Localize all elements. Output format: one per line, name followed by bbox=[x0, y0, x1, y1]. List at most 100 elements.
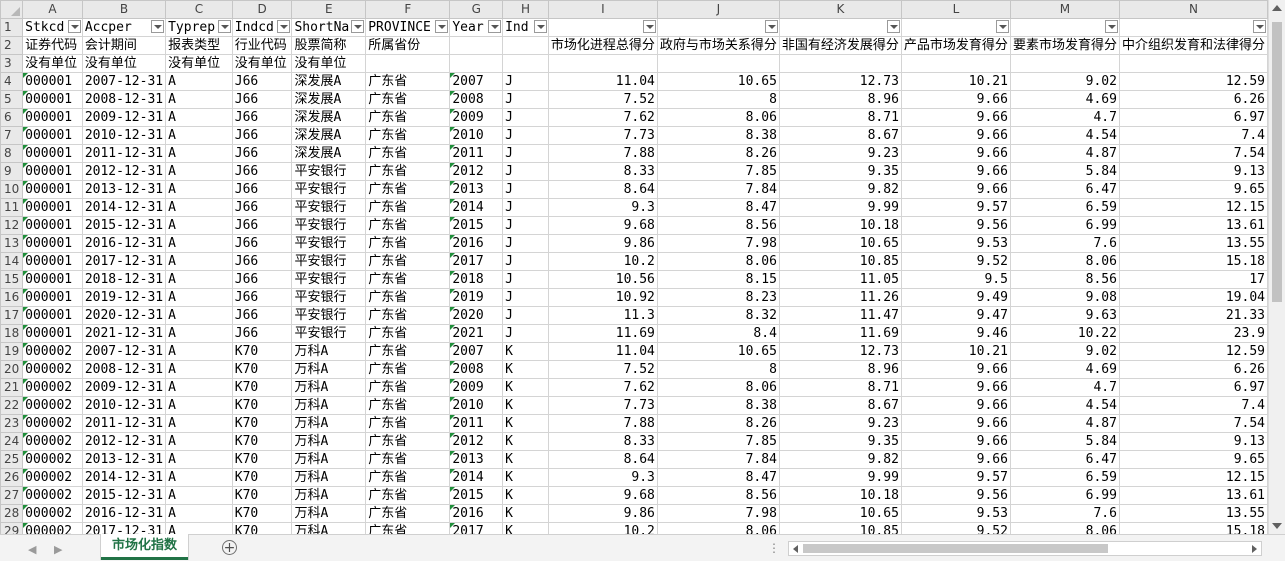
cell[interactable]: 10.2 bbox=[547, 522, 658, 534]
cell[interactable]: A bbox=[165, 144, 233, 163]
cell[interactable]: 2011 bbox=[449, 144, 504, 163]
cell[interactable]: 11.26 bbox=[778, 288, 902, 307]
cell[interactable] bbox=[900, 54, 1011, 73]
cell[interactable]: 6.47 bbox=[1009, 180, 1120, 199]
cell[interactable]: J66 bbox=[231, 162, 293, 181]
cell[interactable]: 9.86 bbox=[547, 504, 658, 523]
cell[interactable]: 深发展A bbox=[291, 90, 367, 109]
cell[interactable]: 9.99 bbox=[778, 198, 902, 217]
row-header[interactable]: 6 bbox=[0, 108, 24, 127]
column-header-b[interactable]: B bbox=[81, 0, 167, 19]
row-header[interactable]: 25 bbox=[0, 450, 24, 469]
vertical-scrollbar[interactable] bbox=[1268, 0, 1285, 534]
cell[interactable]: A bbox=[165, 162, 233, 181]
filter-dropdown-icon[interactable] bbox=[642, 20, 656, 33]
cell[interactable]: 000001 bbox=[22, 306, 83, 325]
cell[interactable]: 12.73 bbox=[778, 342, 902, 361]
cell[interactable]: K bbox=[502, 468, 549, 487]
cell[interactable]: 没有单位 bbox=[231, 54, 293, 73]
cell[interactable]: 4.7 bbox=[1009, 108, 1120, 127]
cell[interactable]: 9.08 bbox=[1009, 288, 1120, 307]
cell[interactable]: 000001 bbox=[22, 198, 83, 217]
filter-dropdown-icon[interactable] bbox=[435, 20, 449, 33]
cell[interactable]: 7.52 bbox=[547, 360, 658, 379]
filter-dropdown-icon[interactable] bbox=[488, 20, 502, 33]
cell[interactable]: 8.23 bbox=[656, 288, 780, 307]
cell[interactable]: 8.56 bbox=[1009, 270, 1120, 289]
cell[interactable]: 17 bbox=[1118, 270, 1268, 289]
column-header-l[interactable]: L bbox=[900, 0, 1011, 19]
cell[interactable]: 6.99 bbox=[1009, 486, 1120, 505]
column-header-i[interactable]: I bbox=[547, 0, 658, 19]
row-header[interactable]: 13 bbox=[0, 234, 24, 253]
cell[interactable]: 9.66 bbox=[900, 108, 1011, 127]
cell[interactable]: 9.65 bbox=[1118, 450, 1268, 469]
cell[interactable]: 000001 bbox=[22, 144, 83, 163]
row-header[interactable]: 7 bbox=[0, 126, 24, 145]
cell[interactable]: A bbox=[165, 288, 233, 307]
cell[interactable]: 9.66 bbox=[900, 414, 1011, 433]
scroll-down-icon[interactable] bbox=[1272, 523, 1282, 529]
cell[interactable]: 11.69 bbox=[778, 324, 902, 343]
cell[interactable]: J bbox=[502, 180, 549, 199]
cell[interactable] bbox=[502, 54, 549, 73]
filter-dropdown-icon[interactable] bbox=[995, 20, 1009, 33]
cell[interactable]: 产品市场发育得分 bbox=[900, 36, 1011, 55]
cell[interactable]: J bbox=[502, 270, 549, 289]
cell[interactable]: 广东省 bbox=[365, 432, 451, 451]
cell[interactable]: 000001 bbox=[22, 234, 83, 253]
cell[interactable]: A bbox=[165, 108, 233, 127]
column-header-f[interactable]: F bbox=[365, 0, 451, 19]
cell[interactable]: 10.65 bbox=[656, 72, 780, 91]
cell[interactable]: 8.26 bbox=[656, 414, 780, 433]
cell[interactable]: J bbox=[502, 324, 549, 343]
cell[interactable]: K bbox=[502, 342, 549, 361]
select-all-icon[interactable] bbox=[11, 7, 21, 16]
header-cell[interactable]: Stkcd bbox=[22, 18, 83, 37]
cell[interactable]: J66 bbox=[231, 306, 293, 325]
cell[interactable]: 8.38 bbox=[656, 126, 780, 145]
cell[interactable]: 000001 bbox=[22, 252, 83, 271]
cell[interactable]: J66 bbox=[231, 180, 293, 199]
cell[interactable]: K70 bbox=[231, 360, 293, 379]
cell[interactable]: 2016-12-31 bbox=[81, 504, 167, 523]
cell[interactable]: J bbox=[502, 144, 549, 163]
cell[interactable]: 6.97 bbox=[1118, 108, 1268, 127]
cell[interactable]: A bbox=[165, 414, 233, 433]
row-header[interactable]: 23 bbox=[0, 414, 24, 433]
row-header[interactable]: 5 bbox=[0, 90, 24, 109]
cell[interactable]: 万科A bbox=[291, 522, 367, 534]
header-cell[interactable]: ShortNa bbox=[291, 18, 367, 37]
cell[interactable] bbox=[449, 36, 504, 55]
cell[interactable]: 10.56 bbox=[547, 270, 658, 289]
cell[interactable]: 9.65 bbox=[1118, 180, 1268, 199]
cell[interactable]: J bbox=[502, 108, 549, 127]
cell[interactable]: 13.61 bbox=[1118, 486, 1268, 505]
cell[interactable]: A bbox=[165, 450, 233, 469]
cell[interactable]: J bbox=[502, 234, 549, 253]
cell[interactable]: 13.61 bbox=[1118, 216, 1268, 235]
cell[interactable]: 2008-12-31 bbox=[81, 90, 167, 109]
cell[interactable]: J66 bbox=[231, 90, 293, 109]
cell[interactable]: 11.69 bbox=[547, 324, 658, 343]
cell[interactable]: 2009 bbox=[449, 108, 504, 127]
cell[interactable]: 没有单位 bbox=[291, 54, 367, 73]
cell[interactable]: 7.6 bbox=[1009, 504, 1120, 523]
cell[interactable]: J bbox=[502, 252, 549, 271]
cell[interactable]: 10.85 bbox=[778, 252, 902, 271]
cell[interactable]: 000001 bbox=[22, 324, 83, 343]
cell[interactable]: 2013-12-31 bbox=[81, 450, 167, 469]
cell[interactable]: 8.96 bbox=[778, 90, 902, 109]
cell[interactable]: 广东省 bbox=[365, 252, 451, 271]
cell[interactable]: 4.69 bbox=[1009, 90, 1120, 109]
cell[interactable]: 深发展A bbox=[291, 72, 367, 91]
cell[interactable]: 9.66 bbox=[900, 144, 1011, 163]
column-header-d[interactable]: D bbox=[231, 0, 293, 19]
cell[interactable]: 10.65 bbox=[778, 504, 902, 523]
cell[interactable]: 7.54 bbox=[1118, 144, 1268, 163]
cell[interactable]: 万科A bbox=[291, 468, 367, 487]
cell[interactable]: 广东省 bbox=[365, 216, 451, 235]
cell[interactable]: 广东省 bbox=[365, 360, 451, 379]
cell[interactable]: 万科A bbox=[291, 432, 367, 451]
header-cell[interactable] bbox=[1009, 18, 1120, 37]
